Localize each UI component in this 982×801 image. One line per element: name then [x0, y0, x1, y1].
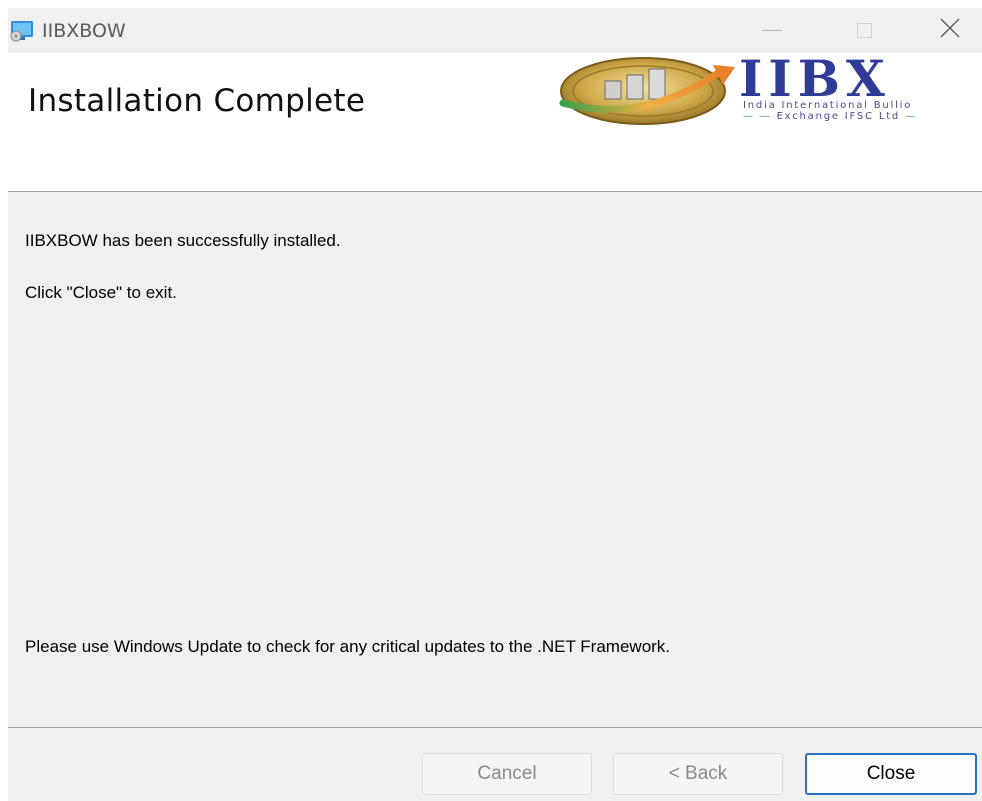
footer-divider: [8, 727, 982, 728]
window-close-button[interactable]: [920, 8, 980, 53]
minimize-button[interactable]: [742, 8, 802, 53]
logo-tagline-line1: India International Bullio: [743, 100, 913, 111]
title-bar[interactable]: IIBXBOW: [8, 8, 982, 53]
header-banner: Installation Complete IIBX India Interna…: [8, 53, 982, 192]
logo-dash-right: —: [900, 111, 917, 122]
back-button[interactable]: < Back: [613, 753, 783, 795]
maximize-icon: [856, 23, 872, 38]
page-title: Installation Complete: [28, 83, 366, 119]
close-instruction: Click "Close" to exit.: [25, 283, 177, 302]
window-title: IIBXBOW: [42, 20, 126, 42]
logo-tagline-line2: — — Exchange IFSC Ltd —: [743, 111, 917, 122]
minimize-icon: [762, 30, 782, 31]
windows-update-message: Please use Windows Update to check for a…: [25, 637, 671, 656]
installer-window: IIBXBOW Installation Complete IIBX India…: [8, 8, 982, 801]
header-divider: [8, 191, 982, 192]
iibx-logo: IIBX India International Bullio — — Exch…: [553, 53, 982, 129]
installed-message: IIBXBOW has been successfully installed.: [25, 231, 341, 250]
maximize-button[interactable]: [834, 8, 894, 53]
logo-tagline-text: Exchange IFSC Ltd: [776, 111, 901, 122]
close-button[interactable]: Close: [805, 753, 977, 795]
close-icon: [939, 17, 961, 44]
logo-dash-left: — —: [743, 111, 777, 122]
coin-emblem-icon: [559, 57, 735, 125]
cancel-button[interactable]: Cancel: [422, 753, 592, 795]
installer-icon: [10, 20, 34, 42]
logo-brand-text: IIBX: [739, 53, 891, 108]
